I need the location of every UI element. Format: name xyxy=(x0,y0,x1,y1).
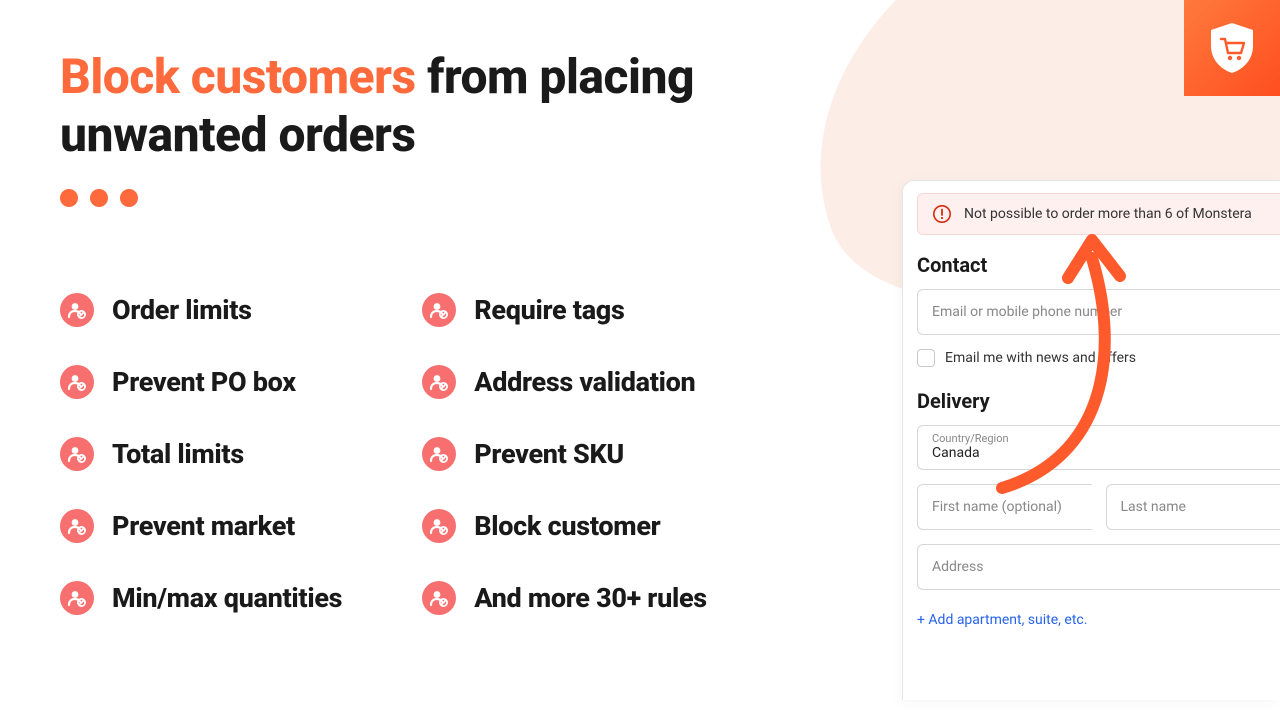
dot-icon xyxy=(120,189,138,207)
last-name-field[interactable]: Last name xyxy=(1106,484,1280,530)
error-text: Not possible to order more than 6 of Mon… xyxy=(964,206,1252,222)
country-field[interactable]: Country/Region Canada xyxy=(917,425,1280,470)
delivery-heading: Delivery xyxy=(917,389,1280,413)
feature-icon xyxy=(422,509,456,543)
user-block-icon xyxy=(67,300,87,320)
feature-item: Total limits xyxy=(60,437,342,471)
feature-icon xyxy=(422,293,456,327)
error-banner: Not possible to order more than 6 of Mon… xyxy=(917,193,1280,235)
feature-list: Order limits Prevent PO box Total limits Pr… xyxy=(60,293,860,615)
feature-icon xyxy=(60,509,94,543)
feature-icon xyxy=(60,293,94,327)
feature-label: Prevent market xyxy=(112,510,295,542)
feature-label: Prevent PO box xyxy=(112,366,296,398)
feature-label: Total limits xyxy=(112,438,244,470)
shield-cart-icon xyxy=(1203,19,1261,77)
email-field[interactable]: Email or mobile phone number xyxy=(917,289,1280,335)
feature-label: Block customer xyxy=(474,510,660,542)
feature-label: Address validation xyxy=(474,366,695,398)
address-field[interactable]: Address xyxy=(917,544,1280,590)
dot-icon xyxy=(90,189,108,207)
user-block-icon xyxy=(67,444,87,464)
country-label: Country/Region xyxy=(932,432,1266,445)
dot-icon xyxy=(60,189,78,207)
feature-label: Prevent SKU xyxy=(474,438,624,470)
contact-heading: Contact xyxy=(917,253,1280,277)
user-block-icon xyxy=(429,588,449,608)
feature-icon xyxy=(422,437,456,471)
feature-item: Require tags xyxy=(422,293,707,327)
news-checkbox-row[interactable]: Email me with news and offers xyxy=(917,349,1280,367)
news-label: Email me with news and offers xyxy=(945,350,1136,366)
user-block-icon xyxy=(429,300,449,320)
headline-accent: Block customers xyxy=(60,48,416,105)
feature-label: And more 30+ rules xyxy=(474,582,707,614)
feature-item: Block customer xyxy=(422,509,707,543)
user-block-icon xyxy=(67,516,87,536)
feature-label: Require tags xyxy=(474,294,624,326)
feature-item: Prevent SKU xyxy=(422,437,707,471)
feature-icon xyxy=(60,437,94,471)
feature-icon xyxy=(422,365,456,399)
feature-item: Prevent PO box xyxy=(60,365,342,399)
feature-item: Order limits xyxy=(60,293,342,327)
user-block-icon xyxy=(67,372,87,392)
country-value: Canada xyxy=(932,445,980,461)
feature-item: Min/max quantities xyxy=(60,581,342,615)
alert-circle-icon xyxy=(932,204,952,224)
feature-icon xyxy=(60,365,94,399)
app-logo-badge xyxy=(1184,0,1280,96)
feature-item: And more 30+ rules xyxy=(422,581,707,615)
user-block-icon xyxy=(67,588,87,608)
add-apartment-link[interactable]: + Add apartment, suite, etc. xyxy=(917,604,1280,628)
feature-item: Address validation xyxy=(422,365,707,399)
feature-icon xyxy=(60,581,94,615)
feature-label: Min/max quantities xyxy=(112,582,342,614)
feature-label: Order limits xyxy=(112,294,252,326)
checkbox-icon[interactable] xyxy=(917,349,935,367)
page-headline: Block customers from placing unwanted or… xyxy=(60,48,860,163)
user-block-icon xyxy=(429,516,449,536)
feature-item: Prevent market xyxy=(60,509,342,543)
divider-dots xyxy=(60,189,860,207)
user-block-icon xyxy=(429,372,449,392)
user-block-icon xyxy=(429,444,449,464)
first-name-field[interactable]: First name (optional) xyxy=(917,484,1092,530)
feature-icon xyxy=(422,581,456,615)
checkout-preview-panel: Not possible to order more than 6 of Mon… xyxy=(902,180,1280,700)
